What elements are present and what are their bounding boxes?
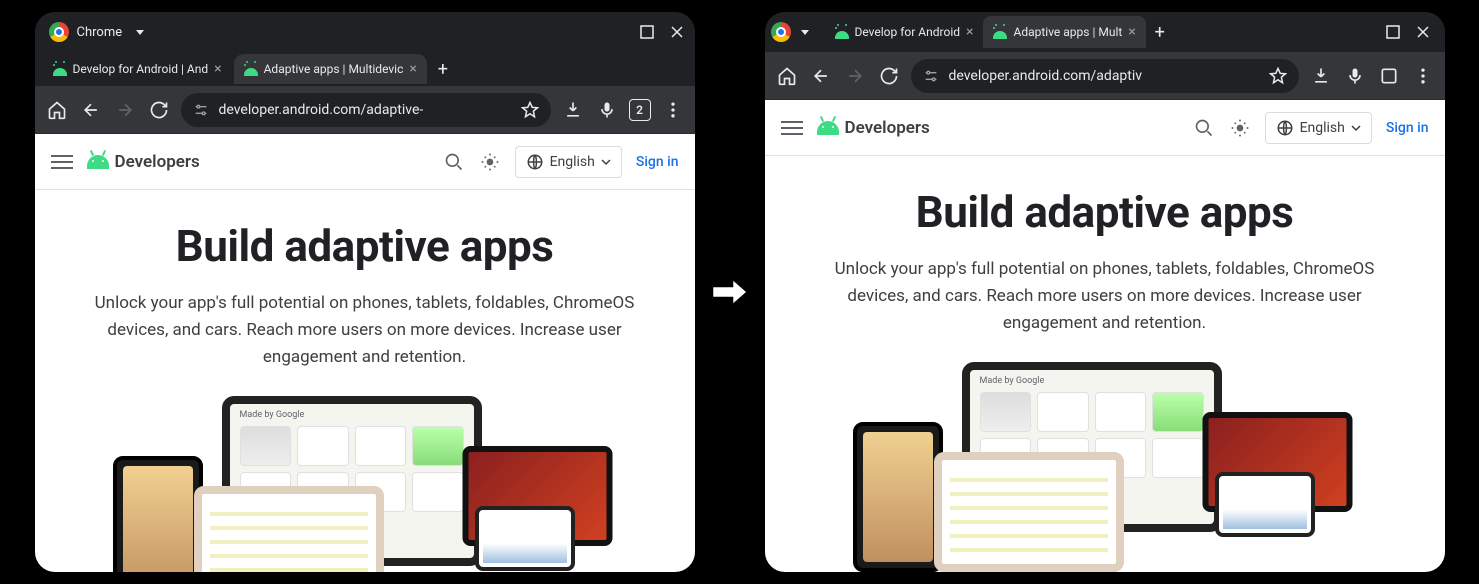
page-content: Developers English Sign in Build adaptiv… [35,134,695,572]
home-button[interactable] [45,98,69,122]
chevron-down-icon [601,157,611,167]
developers-logo[interactable]: Developers [87,152,200,172]
brand-text: Developers [845,118,930,138]
theme-toggle-button[interactable] [479,151,501,173]
tab-label: Develop for Android | And [73,62,209,76]
reload-button[interactable] [147,98,171,122]
language-selector[interactable]: English [1265,112,1372,144]
globe-icon [1276,119,1294,137]
back-button[interactable] [809,64,833,88]
site-header: Developers English Sign in [35,134,695,190]
android-favicon-icon [244,62,258,76]
hero: Build adaptive apps Unlock your app's fu… [35,190,695,572]
android-head-icon [817,121,839,135]
omnibox[interactable]: developer.android.com/adaptive- [181,93,551,127]
titlebar: Chrome [35,12,695,52]
hero-subtitle: Unlock your app's full potential on phon… [805,256,1405,338]
devices-illustration [789,362,1421,572]
android-favicon-icon [993,25,1007,39]
close-tab-icon[interactable]: × [1128,24,1135,40]
maximize-button[interactable] [637,22,657,42]
app-menu-chevron[interactable] [130,22,150,42]
url-text: developer.android.com/adaptive- [219,102,511,118]
star-icon[interactable] [521,101,539,119]
chrome-logo-icon [771,22,791,42]
tab-label: Develop for Android [855,25,961,39]
tab-label: Adaptive apps | Multidevic [264,62,404,76]
forward-button[interactable] [113,98,137,122]
reload-button[interactable] [877,64,901,88]
toolbar: developer.android.com/adaptiv [765,52,1445,100]
url-text: developer.android.com/adaptiv [949,68,1259,84]
app-menu-chevron[interactable] [795,22,815,42]
omnibox[interactable]: developer.android.com/adaptiv [911,59,1299,93]
hero-title: Build adaptive apps [59,220,671,272]
close-tab-icon[interactable]: × [966,24,973,40]
app-name: Chrome [77,25,123,40]
more-menu-button[interactable] [661,98,685,122]
forward-button[interactable] [843,64,867,88]
page-content: Developers English Sign in Build adaptiv… [765,100,1445,572]
language-selector[interactable]: English [515,146,622,178]
mic-button[interactable] [1343,64,1367,88]
android-favicon-icon [835,25,849,39]
developers-logo[interactable]: Developers [817,118,930,138]
brand-text: Developers [115,152,200,172]
search-button[interactable] [443,151,465,173]
language-label: English [550,154,595,170]
maximize-button[interactable] [1383,22,1403,42]
new-tab-button[interactable]: + [1146,18,1174,46]
tab-develop-for-android[interactable]: Develop for Android | And × [43,54,232,84]
star-icon[interactable] [1269,67,1287,85]
hero: Build adaptive apps Unlock your app's fu… [765,156,1445,572]
browser-window-right: Develop for Android × Adaptive apps | Mu… [765,12,1445,572]
site-settings-icon [923,68,939,84]
download-button[interactable] [561,98,585,122]
tabstrip: Develop for Android | And × Adaptive app… [35,52,695,86]
tab-adaptive-apps[interactable]: Adaptive apps | Mult × [983,16,1145,48]
android-favicon-icon [53,62,67,76]
close-window-button[interactable] [667,22,687,42]
hamburger-menu-button[interactable] [781,117,803,139]
hamburger-menu-button[interactable] [51,151,73,173]
close-tab-icon[interactable]: × [214,61,221,77]
close-window-button[interactable] [1413,22,1433,42]
close-tab-icon[interactable]: × [409,61,416,77]
tab-switcher-button[interactable] [1377,64,1401,88]
site-settings-icon [193,102,209,118]
new-tab-button[interactable]: + [429,55,457,83]
tab-adaptive-apps[interactable]: Adaptive apps | Multidevic × [234,54,427,84]
site-header: Developers English Sign in [765,100,1445,156]
chevron-down-icon [1351,123,1361,133]
chrome-logo-icon [49,22,69,42]
devices-illustration [59,396,671,572]
more-menu-button[interactable] [1411,64,1435,88]
android-head-icon [87,155,109,169]
language-label: English [1300,120,1345,136]
transition-arrow-icon [705,267,755,317]
chevron-down-icon [801,30,809,35]
signin-link[interactable]: Sign in [636,154,679,170]
hero-title: Build adaptive apps [789,186,1421,238]
titlebar: Develop for Android × Adaptive apps | Mu… [765,12,1445,52]
mic-button[interactable] [595,98,619,122]
tab-label: Adaptive apps | Mult [1013,25,1122,39]
back-button[interactable] [79,98,103,122]
hero-subtitle: Unlock your app's full potential on phon… [65,290,665,372]
download-button[interactable] [1309,64,1333,88]
globe-icon [526,153,544,171]
chevron-down-icon [136,30,144,35]
browser-window-left: Chrome Develop for Android | And × Adapt… [35,12,695,572]
tab-develop-for-android[interactable]: Develop for Android × [825,16,984,48]
toolbar: developer.android.com/adaptive- 2 [35,86,695,134]
theme-toggle-button[interactable] [1229,117,1251,139]
home-button[interactable] [775,64,799,88]
tab-count-badge[interactable]: 2 [629,99,651,121]
signin-link[interactable]: Sign in [1386,120,1429,136]
search-button[interactable] [1193,117,1215,139]
